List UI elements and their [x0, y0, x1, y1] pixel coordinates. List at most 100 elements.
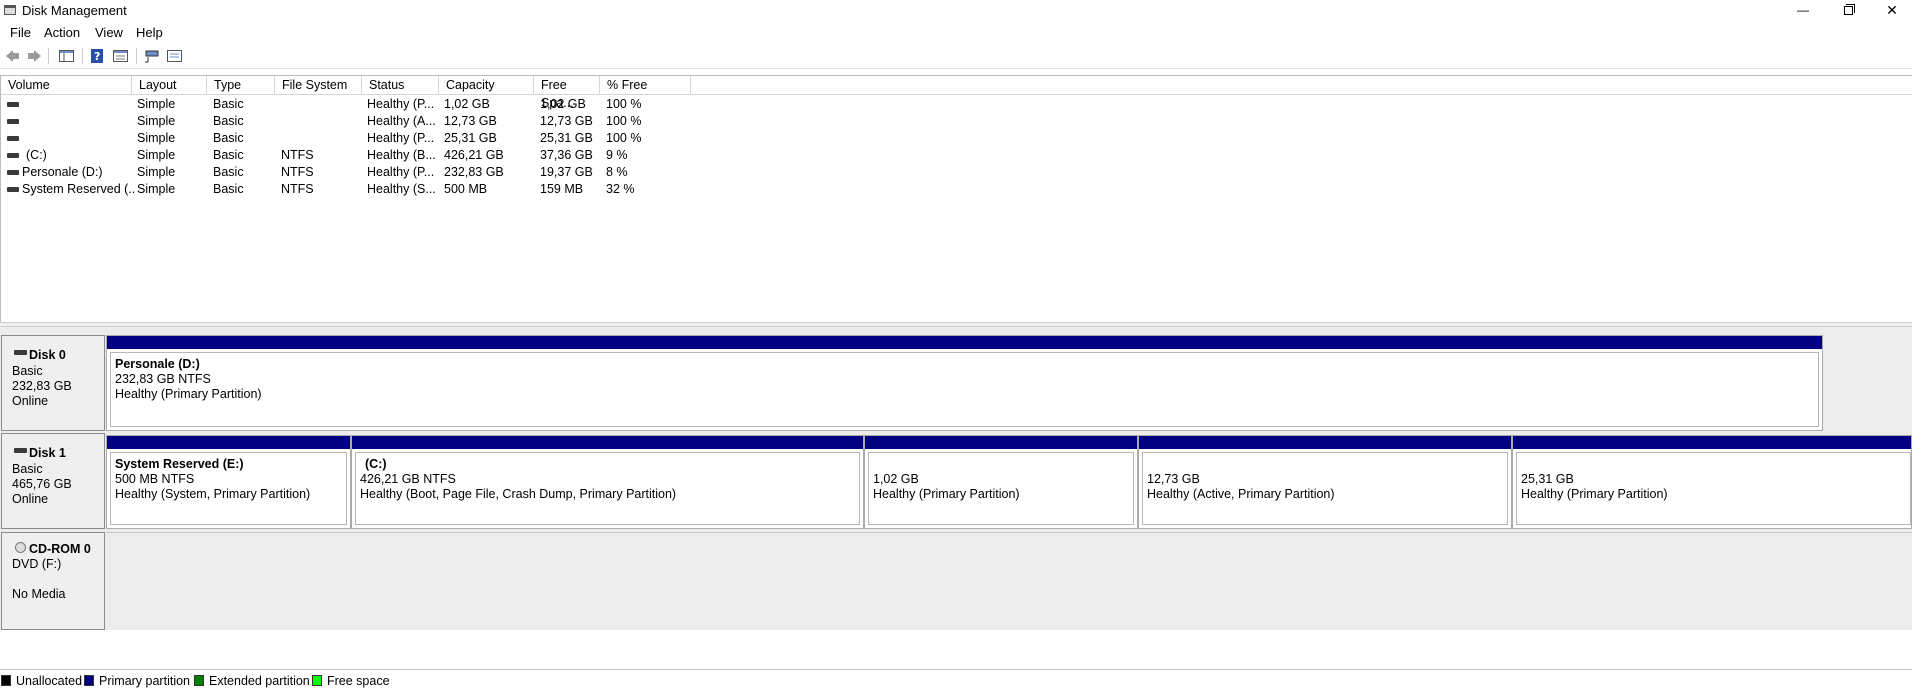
- forward-arrow-icon[interactable]: [26, 48, 43, 64]
- partition-status: Healthy (Active, Primary Partition): [1147, 487, 1335, 501]
- legend-label: Primary partition: [99, 674, 190, 688]
- disk-list-icon[interactable]: [166, 48, 183, 64]
- table-row[interactable]: Simple Basic Healthy (P... 25,31 GB 25,3…: [1, 130, 701, 147]
- partition-status: Healthy (Primary Partition): [1521, 487, 1668, 501]
- menu-bar: File Action View Help: [0, 22, 1912, 42]
- partition-unnamed-1[interactable]: 1,02 GB Healthy (Primary Partition): [864, 435, 1138, 529]
- close-button[interactable]: ✕: [1870, 0, 1912, 22]
- partition-name: Personale (D:): [115, 357, 200, 371]
- disk-type: Basic: [12, 364, 43, 378]
- cell-capacity: 232,83 GB: [444, 165, 504, 179]
- cell-file-system: NTFS: [281, 165, 314, 179]
- cell-capacity: 426,21 GB: [444, 148, 504, 162]
- window-title: Disk Management: [22, 3, 127, 18]
- back-arrow-icon[interactable]: [4, 48, 21, 64]
- title-bar: Disk Management — ✕: [0, 0, 1912, 22]
- legend-swatch: [1, 675, 11, 686]
- column-capacity[interactable]: Capacity: [439, 76, 534, 94]
- partition-status: Healthy (Boot, Page File, Crash Dump, Pr…: [360, 487, 677, 501]
- volume-list-header: Volume Layout Type File System Status Ca…: [1, 76, 1912, 110]
- primary-partition-bar: [1139, 436, 1511, 449]
- partition-size: 25,31 GB: [1521, 472, 1574, 486]
- disk-graphical-view: Disk 0 Basic 232,83 GB Online Personale …: [0, 327, 1912, 630]
- cell-file-system: NTFS: [281, 182, 314, 196]
- disk-name: CD-ROM 0: [29, 542, 91, 556]
- cell-type: Basic: [213, 114, 244, 128]
- column-volume[interactable]: Volume: [1, 76, 132, 94]
- disk-type: Basic: [12, 462, 43, 476]
- column-layout[interactable]: Layout: [132, 76, 207, 94]
- cell-capacity: 1,02 GB: [444, 97, 490, 111]
- console-tree-icon[interactable]: [58, 48, 75, 64]
- disk-1-label[interactable]: Disk 1 Basic 465,76 GB Online: [1, 433, 105, 529]
- legend-label: Free space: [327, 674, 390, 688]
- column-type[interactable]: Type: [207, 76, 275, 94]
- toolbar: ?: [0, 43, 1912, 69]
- partition-c[interactable]: (C:) 426,21 GB NTFS Healthy (Boot, Page …: [351, 435, 864, 529]
- menu-help[interactable]: Help: [136, 25, 163, 40]
- disk-0-label[interactable]: Disk 0 Basic 232,83 GB Online: [1, 335, 105, 431]
- partition-personale-d[interactable]: Personale (D:) 232,83 GB NTFS Healthy (P…: [106, 335, 1823, 431]
- table-row[interactable]: Simple Basic Healthy (A... 12,73 GB 12,7…: [1, 113, 701, 130]
- cell-status: Healthy (P...: [367, 165, 435, 179]
- legend-swatch: [194, 675, 204, 686]
- primary-partition-bar: [865, 436, 1137, 449]
- cell-capacity: 12,73 GB: [444, 114, 497, 128]
- cell-free-space: 12,73 GB: [540, 114, 593, 128]
- disk-name: Disk 0: [29, 348, 66, 362]
- volume-icon: [7, 102, 19, 107]
- cell-volume: Personale (D:): [22, 165, 103, 179]
- cdrom-0-label[interactable]: CD-ROM 0 DVD (F:) No Media: [1, 532, 105, 630]
- partition-unnamed-3[interactable]: 25,31 GB Healthy (Primary Partition): [1512, 435, 1912, 529]
- volume-icon: [7, 170, 19, 175]
- cell-layout: Simple: [137, 97, 176, 111]
- partition-size: 12,73 GB: [1147, 472, 1200, 486]
- partition-body: 25,31 GB Healthy (Primary Partition): [1516, 452, 1911, 525]
- menu-view[interactable]: View: [95, 25, 123, 40]
- partition-status: Healthy (Primary Partition): [115, 387, 262, 401]
- table-row[interactable]: (C:) Simple Basic NTFS Healthy (B... 426…: [1, 147, 701, 164]
- disk-status: Online: [12, 394, 49, 408]
- restore-button[interactable]: [1826, 0, 1870, 22]
- column-file-system[interactable]: File System: [275, 76, 362, 94]
- cell-status: Healthy (P...: [367, 97, 435, 111]
- minimize-button[interactable]: —: [1781, 0, 1825, 22]
- partition-system-reserved-e[interactable]: System Reserved (E:) 500 MB NTFS Healthy…: [106, 435, 351, 529]
- partition-status: Healthy (System, Primary Partition): [115, 487, 311, 501]
- partition-name: System Reserved (E:): [115, 457, 244, 471]
- table-row[interactable]: System Reserved (... Simple Basic NTFS H…: [1, 181, 701, 198]
- properties-icon[interactable]: [112, 48, 129, 64]
- partition-unnamed-2[interactable]: 12,73 GB Healthy (Active, Primary Partit…: [1138, 435, 1512, 529]
- partition-size: 1,02 GB: [873, 472, 919, 486]
- legend-primary-partition: Primary partition: [84, 674, 190, 688]
- partition-size: 232,83 GB NTFS: [115, 372, 211, 386]
- legend-label: Unallocated: [16, 674, 83, 688]
- disk-name: Disk 1: [29, 446, 66, 460]
- column-status[interactable]: Status: [362, 76, 439, 94]
- cd-drive-icon: [15, 542, 26, 553]
- menu-file[interactable]: File: [10, 25, 31, 40]
- partition-body: 12,73 GB Healthy (Active, Primary Partit…: [1142, 452, 1508, 525]
- cell-status: Healthy (A...: [367, 114, 436, 128]
- menu-action[interactable]: Action: [44, 25, 80, 40]
- help-icon[interactable]: ?: [89, 48, 106, 64]
- table-row[interactable]: Simple Basic Healthy (P... 1,02 GB 1,02 …: [1, 96, 701, 113]
- cell-layout: Simple: [137, 165, 176, 179]
- partition-size: 500 MB NTFS: [115, 472, 195, 486]
- cell-layout: Simple: [137, 148, 176, 162]
- partition-name: (C:): [365, 457, 387, 471]
- column-free-space[interactable]: Free Spa...: [534, 76, 600, 110]
- cell-layout: Simple: [137, 114, 176, 128]
- volume-icon: [7, 187, 19, 192]
- primary-partition-bar: [352, 436, 863, 449]
- cell-layout: Simple: [137, 182, 176, 196]
- column-percent-free[interactable]: % Free: [600, 76, 691, 94]
- rescan-disks-icon[interactable]: [143, 48, 160, 64]
- volume-icon: [7, 119, 19, 124]
- partition-status: Healthy (Primary Partition): [873, 487, 1020, 501]
- cdrom-empty-area: [106, 532, 1912, 630]
- primary-partition-bar: [107, 336, 1822, 349]
- table-row[interactable]: Personale (D:) Simple Basic NTFS Healthy…: [1, 164, 701, 181]
- cell-free-space: 37,36 GB: [540, 148, 593, 162]
- partition-body: (C:) 426,21 GB NTFS Healthy (Boot, Page …: [355, 452, 860, 525]
